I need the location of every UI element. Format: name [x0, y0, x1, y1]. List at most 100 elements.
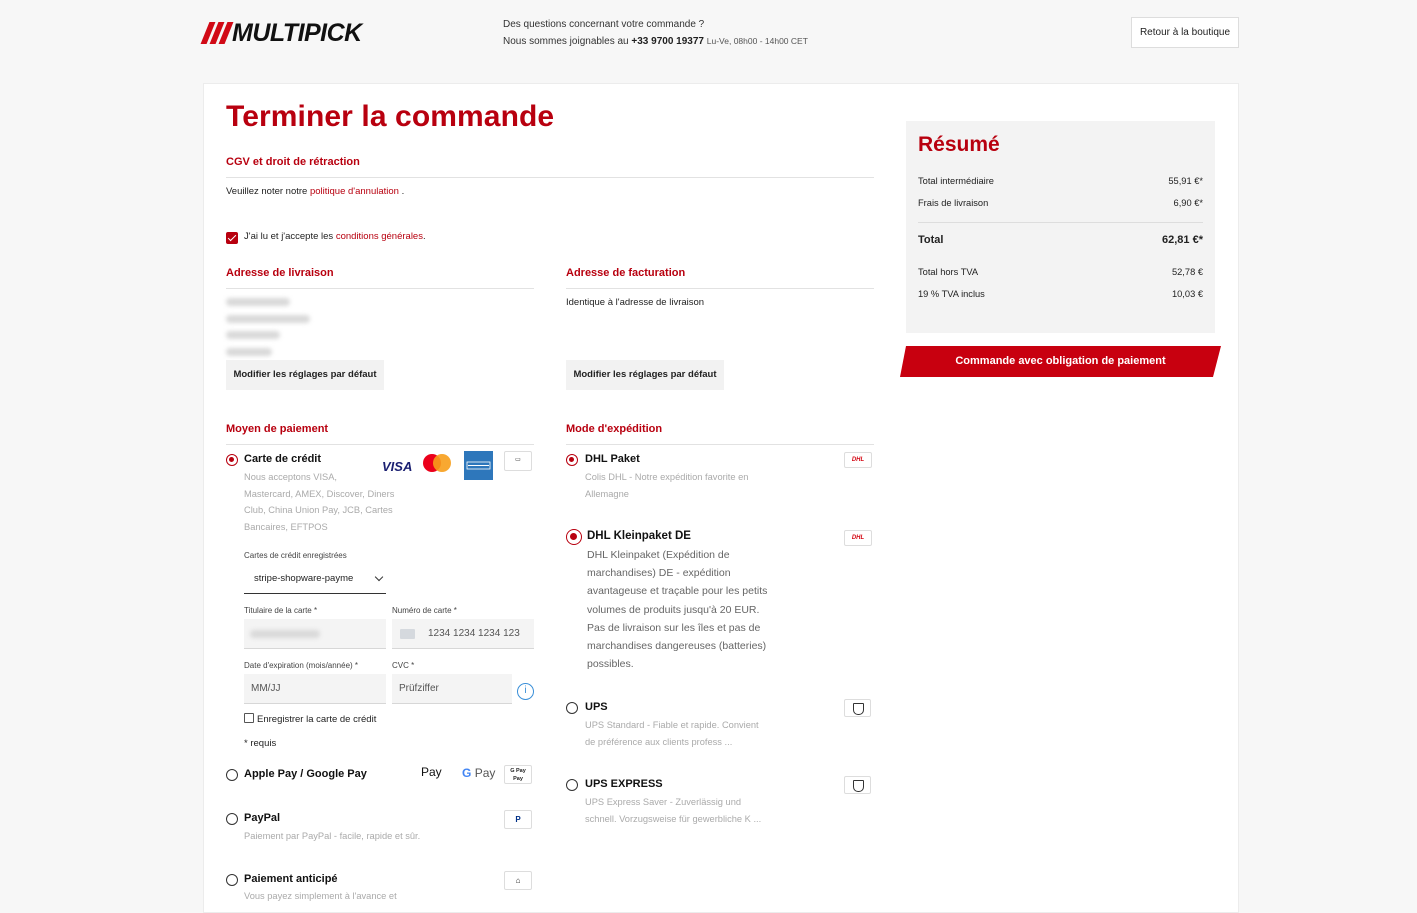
ups-express-desc-line: UPS Express Saver - Zuverlässig und [585, 797, 742, 807]
shipping-method-title: Mode d'expédition [566, 423, 663, 435]
vat-row: 19 % TVA inclus 10,03 € [918, 289, 1203, 299]
dhl-paket-radio[interactable] [566, 454, 578, 466]
help-title: Des questions concernant votre commande … [503, 19, 705, 30]
cancellation-note: Veuillez noter notre politique d'annulat… [226, 186, 404, 197]
billing-address-text: Identique à l'adresse de livraison [566, 297, 705, 308]
google-pay-icon: G Pay [462, 766, 496, 780]
terms-link[interactable]: conditions générales [336, 231, 423, 242]
dhl-kleinpaket-desc: DHL Kleinpaket (Expédition de marchandis… [587, 546, 767, 673]
dhl-kleinpaket-desc-line: possibles. [587, 658, 634, 671]
cancellation-policy-link[interactable]: politique d'annulation [310, 186, 399, 197]
shipping-cost-row: Frais de livraison 6,90 €* [918, 198, 1203, 208]
dhl-paket-desc-line: Colis DHL - Notre expédition favorite en [585, 472, 749, 482]
place-order-label: Commande avec obligation de paiement [955, 355, 1166, 367]
card-holder-input[interactable] [244, 619, 386, 649]
ups-express-label: UPS EXPRESS [585, 778, 663, 790]
ups-logo-icon [844, 699, 871, 717]
dhl-kleinpaket-desc-line: volumes de produits jusqu'à 20 EUR. [587, 603, 760, 616]
summary-title: Résumé [918, 133, 1000, 156]
billing-address-divider [566, 288, 874, 289]
redacted-name [226, 298, 290, 306]
vat-label: 19 % TVA inclus [918, 289, 985, 299]
prepayment-desc: Vous payez simplement à l'avance et [244, 891, 397, 901]
paypal-label: PayPal [244, 812, 281, 824]
expiry-label: Date d'expiration (mois/année) * [244, 661, 359, 670]
redacted-street [226, 315, 310, 323]
dhl-kleinpaket-desc-line: marchandises) DE - expédition [587, 567, 731, 580]
ups-logo-icon [844, 776, 871, 794]
required-note: * requis [244, 738, 277, 749]
google-pay-text: Pay [474, 766, 496, 780]
credit-card-radio[interactable] [226, 454, 238, 466]
card-number-label: Numéro de carte * [392, 606, 457, 615]
edit-billing-address-button[interactable]: Modifier les réglages par défaut [566, 360, 724, 390]
cvc-input[interactable]: Prüfziffer [392, 674, 512, 704]
summary-divider [918, 222, 1203, 223]
place-order-button[interactable]: Commande avec obligation de paiement [900, 346, 1221, 377]
shipping-cost-label: Frais de livraison [918, 198, 989, 208]
dhl-kleinpaket-desc-line: avantageuse et traçable pour les petits [587, 585, 768, 598]
help-prefix: Nous sommes joignables au [503, 36, 629, 47]
help-info: Des questions concernant votre commande … [503, 16, 808, 50]
dhl-kleinpaket-radio[interactable] [566, 529, 582, 545]
dhl-kleinpaket-desc-line: DHL Kleinpaket (Expédition de [587, 549, 730, 561]
multipick-logo[interactable]: MULTIPICK [200, 18, 388, 48]
ups-desc: UPS Standard - Fiable et rapide. Convien… [585, 717, 759, 750]
card-holder-label: Titulaire de la carte * [244, 606, 318, 615]
shipping-method-divider [566, 444, 874, 445]
ups-desc-line: de préférence aux clients profess ... [585, 736, 733, 747]
shipping-address-title: Adresse de livraison [226, 267, 334, 279]
back-to-shop-button[interactable]: Retour à la boutique [1131, 17, 1239, 48]
redacted-city [226, 331, 280, 339]
order-summary: Résumé Total intermédiaire 55,91 €* Frai… [906, 121, 1215, 333]
prepayment-label: Paiement anticipé [244, 873, 338, 885]
credit-card-label: Carte de crédit [244, 453, 322, 465]
cvc-label: CVC * [392, 661, 415, 670]
cgv-title: CGV et droit de rétraction [226, 156, 360, 168]
redacted-card-holder [250, 630, 320, 638]
ups-radio[interactable] [566, 702, 578, 714]
dhl-logo-icon: DHL [844, 530, 872, 546]
total-label: Total [918, 234, 944, 246]
subtotal-row: Total intermédiaire 55,91 €* [918, 176, 1203, 186]
cancellation-note-suffix: . [401, 186, 405, 197]
edit-shipping-address-button[interactable]: Modifier les réglages par défaut [226, 360, 384, 390]
ups-express-desc: UPS Express Saver - Zuverlässig und schn… [585, 794, 761, 827]
paypal-icon: P [504, 810, 532, 829]
credit-card-desc-line: Nous acceptons VISA, [244, 472, 338, 482]
apple-pay-icon: Pay [421, 765, 442, 779]
net-label: Total hors TVA [918, 267, 979, 277]
prepayment-radio[interactable] [226, 874, 238, 886]
card-number-input[interactable]: 1234 1234 1234 123 [392, 619, 534, 649]
payment-divider [226, 444, 534, 445]
mastercard-icon [421, 453, 455, 477]
apple-google-pay-radio[interactable] [226, 769, 238, 781]
apple-google-pay-label: Apple Pay / Google Pay [244, 768, 367, 780]
dhl-kleinpaket-desc-line: Pas de livraison sur les îles et pas de [587, 621, 761, 634]
dhl-paket-desc-line: Allemagne [585, 488, 629, 499]
ups-label: UPS [585, 701, 608, 713]
expiry-input[interactable]: MM/JJ [244, 674, 386, 704]
dhl-paket-desc: Colis DHL - Notre expédition favorite en… [585, 469, 748, 502]
terms-checkbox[interactable] [226, 232, 238, 244]
page-title: Terminer la commande [226, 100, 555, 133]
save-card-checkbox[interactable] [244, 713, 254, 723]
wallet-pay-icon: G Pay Pay [504, 765, 532, 784]
saved-cards-select[interactable]: stripe-shopware-payme [244, 565, 386, 594]
bank-icon: ⌂ [504, 871, 532, 890]
credit-card-desc-line: Club, China Union Pay, JCB, Cartes [244, 505, 393, 515]
info-icon[interactable]: i [517, 683, 534, 700]
total-value: 62,81 €* [1162, 234, 1203, 246]
dhl-paket-label: DHL Paket [585, 453, 640, 465]
net-row: Total hors TVA 52,78 € [918, 267, 1203, 277]
paypal-radio[interactable] [226, 813, 238, 825]
total-row: Total 62,81 €* [918, 234, 1203, 246]
credit-card-desc: Nous acceptons VISA, Mastercard, AMEX, D… [244, 469, 394, 535]
billing-address-title: Adresse de facturation [566, 267, 686, 279]
cgv-divider [226, 177, 874, 178]
ups-express-radio[interactable] [566, 779, 578, 791]
net-value: 52,78 € [1171, 267, 1203, 277]
card-brand-icon [400, 629, 415, 639]
dhl-kleinpaket-label: DHL Kleinpaket DE [587, 530, 691, 542]
terms-label: J'ai lu et j'accepte les conditions géné… [244, 231, 426, 242]
